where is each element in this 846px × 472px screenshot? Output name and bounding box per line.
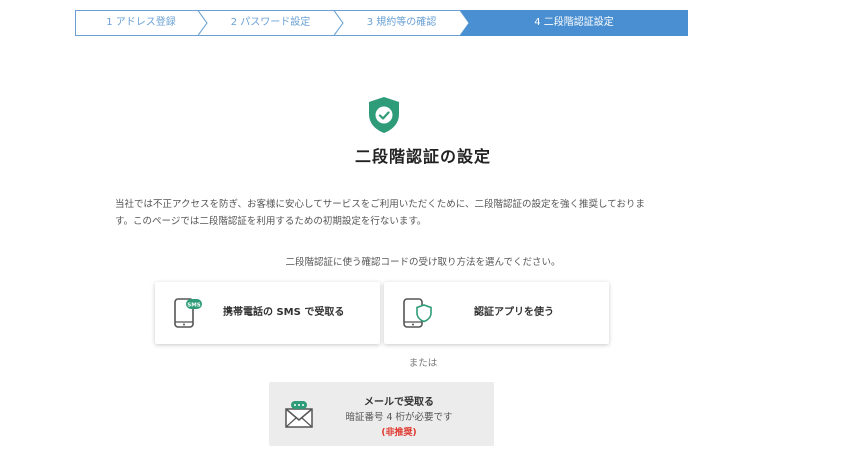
step-terms-label: 3 規約等の確認 bbox=[366, 17, 437, 28]
svg-text:SMS: SMS bbox=[187, 303, 200, 309]
step-password-label: 2 パスワード設定 bbox=[230, 17, 311, 28]
instruction-text: 二段階認証に使う確認コードの受け取り方法を選んでください。 bbox=[285, 257, 561, 268]
auth-app-option-label: 認証アプリを使う bbox=[474, 307, 554, 318]
step-two-factor: 4 二段階認証設定 bbox=[460, 10, 688, 36]
description-line-2: す。このページでは二段階認証を利用するための初期設定を行ないます。 bbox=[115, 216, 427, 227]
step-two-factor-label: 4 二段階認証設定 bbox=[534, 17, 614, 28]
description-line-1: 当社では不正アクセスを防ぎ、お客様に安心してサービスをご利用いただくために、二段… bbox=[115, 199, 645, 210]
phone-shield-icon bbox=[402, 297, 432, 333]
sms-option-button[interactable]: SMS 携帯電話の SMS で受取る bbox=[155, 282, 380, 344]
progress-stepper: 1 アドレス登録 2 パスワード設定 3 規約等の確認 4 二段階認証設定 bbox=[75, 10, 688, 36]
phone-sms-icon: SMS bbox=[173, 297, 203, 333]
sms-option-label: 携帯電話の SMS で受取る bbox=[223, 307, 345, 318]
email-option-title: メールで受取る bbox=[364, 397, 434, 408]
email-option-note: 暗証番号 4 桁が必要です bbox=[345, 412, 453, 423]
page-title: 二段階認証の設定 bbox=[354, 147, 491, 166]
step-terms: 3 規約等の確認 bbox=[334, 10, 470, 36]
shield-check-icon bbox=[367, 96, 401, 134]
auth-app-option-button[interactable]: 認証アプリを使う bbox=[384, 282, 609, 344]
or-separator: または bbox=[408, 358, 438, 369]
email-option-button[interactable]: メールで受取る 暗証番号 4 桁が必要です (非推奨) bbox=[269, 382, 494, 446]
step-address-label: 1 アドレス登録 bbox=[106, 17, 176, 28]
step-address: 1 アドレス登録 bbox=[75, 10, 208, 36]
not-recommended-label: (非推奨) bbox=[381, 428, 417, 438]
page-description: 当社では不正アクセスを防ぎ、お客様に安心してサービスをご利用いただくために、二段… bbox=[115, 196, 675, 230]
step-password: 2 パスワード設定 bbox=[198, 10, 344, 36]
